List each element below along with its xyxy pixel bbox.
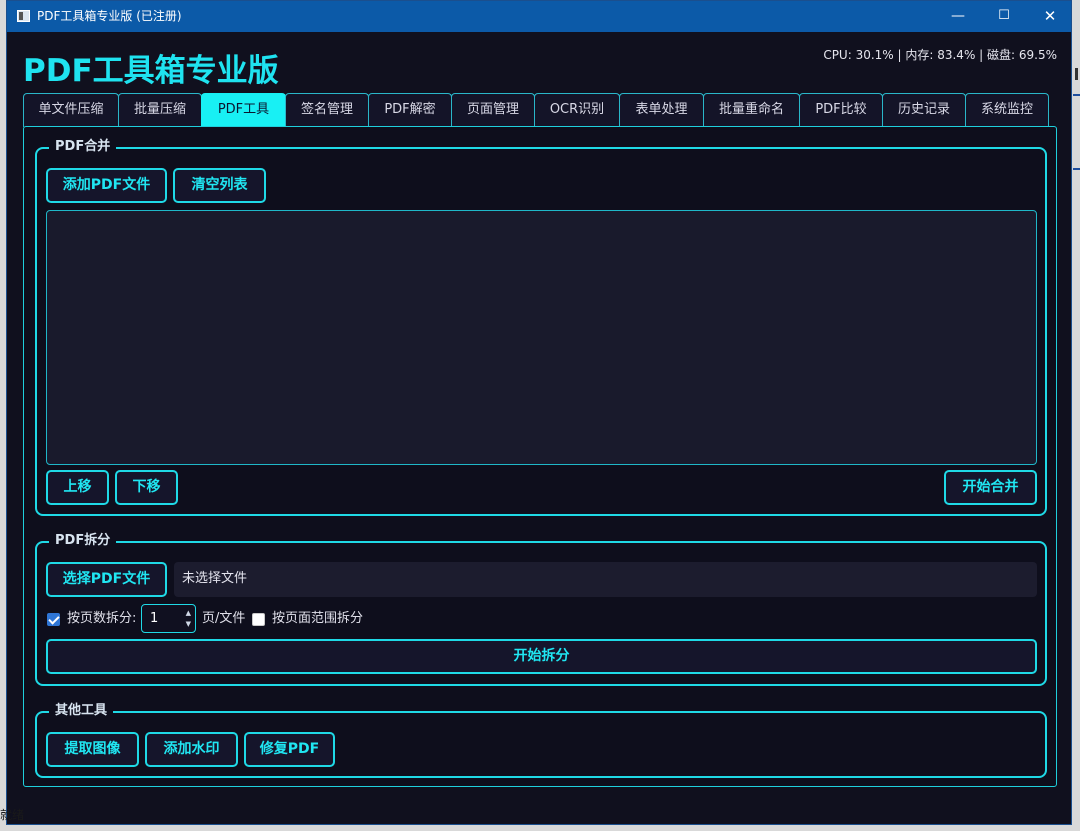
app-title: PDF工具箱专业版 <box>23 53 279 89</box>
tab-history[interactable]: 历史记录 <box>882 93 966 127</box>
tab-ocr[interactable]: OCR识别 <box>534 93 620 127</box>
tab-system-monitor[interactable]: 系统监控 <box>965 93 1049 127</box>
tab-batch-rename[interactable]: 批量重命名 <box>703 93 800 127</box>
split-by-range-checkbox[interactable] <box>252 613 265 626</box>
background-window-edge <box>1075 68 1078 80</box>
close-button[interactable]: ✕ <box>1027 1 1073 32</box>
tab-forms[interactable]: 表单处理 <box>619 93 704 127</box>
tab-panel: PDF合并 添加PDF文件 清空列表 上移 下移 开始合并 PDF拆分 选择PD… <box>23 126 1057 787</box>
tab-pdf-tools[interactable]: PDF工具 <box>201 93 286 127</box>
maximize-button[interactable]: ☐ <box>981 1 1027 32</box>
add-pdf-button[interactable]: 添加PDF文件 <box>46 168 167 203</box>
select-pdf-button[interactable]: 选择PDF文件 <box>46 562 167 597</box>
tab-decrypt[interactable]: PDF解密 <box>368 93 452 127</box>
spin-down-icon[interactable]: ▼ <box>186 620 191 628</box>
add-watermark-button[interactable]: 添加水印 <box>145 732 238 767</box>
other-tools-group: 其他工具 提取图像 添加水印 修复PDF <box>35 701 1047 778</box>
status-bar: 就绪 <box>0 808 25 822</box>
start-merge-button[interactable]: 开始合并 <box>944 470 1037 505</box>
spin-up-icon[interactable]: ▲ <box>186 609 191 617</box>
split-by-pages-checkbox[interactable] <box>47 613 60 626</box>
tab-single-compress[interactable]: 单文件压缩 <box>23 93 119 127</box>
title-bar[interactable]: PDF工具箱专业版 (已注册) — ☐ ✕ <box>7 1 1071 32</box>
main-window: PDF工具箱专业版 (已注册) — ☐ ✕ PDF工具箱专业版 CPU: 30.… <box>6 0 1072 825</box>
minimize-button[interactable]: — <box>935 1 981 32</box>
start-split-button[interactable]: 开始拆分 <box>46 639 1037 674</box>
selected-file-label: 未选择文件 <box>174 562 1037 597</box>
merge-group-title: PDF合并 <box>49 137 117 157</box>
split-group-title: PDF拆分 <box>49 531 117 551</box>
tab-batch-compress[interactable]: 批量压缩 <box>118 93 202 127</box>
merge-group: PDF合并 添加PDF文件 清空列表 上移 下移 开始合并 <box>35 137 1047 516</box>
system-stats: CPU: 30.1% | 内存: 83.4% | 磁盘: 69.5% <box>823 48 1057 62</box>
merge-file-list[interactable] <box>46 210 1037 465</box>
split-by-range-label: 按页面范围拆分 <box>272 611 364 626</box>
per-file-label: 页/文件 <box>202 611 246 626</box>
clear-list-button[interactable]: 清空列表 <box>173 168 266 203</box>
split-group: PDF拆分 选择PDF文件 未选择文件 按页数拆分: 1 ▲ ▼ 页/文件 按页… <box>35 531 1047 686</box>
pages-per-file-value: 1 <box>150 611 159 626</box>
tab-signature[interactable]: 签名管理 <box>285 93 369 127</box>
other-tools-title: 其他工具 <box>49 701 114 721</box>
background-window-panel <box>1073 94 1080 170</box>
move-up-button[interactable]: 上移 <box>46 470 109 505</box>
tab-page-manage[interactable]: 页面管理 <box>451 93 535 127</box>
repair-pdf-button[interactable]: 修复PDF <box>244 732 335 767</box>
split-by-pages-label: 按页数拆分: <box>67 611 137 626</box>
app-icon <box>17 10 30 22</box>
pages-per-file-spinbox[interactable]: 1 ▲ ▼ <box>141 604 196 633</box>
move-down-button[interactable]: 下移 <box>115 470 178 505</box>
extract-images-button[interactable]: 提取图像 <box>46 732 139 767</box>
tab-compare[interactable]: PDF比较 <box>799 93 883 127</box>
window-title: PDF工具箱专业版 (已注册) <box>37 9 182 23</box>
